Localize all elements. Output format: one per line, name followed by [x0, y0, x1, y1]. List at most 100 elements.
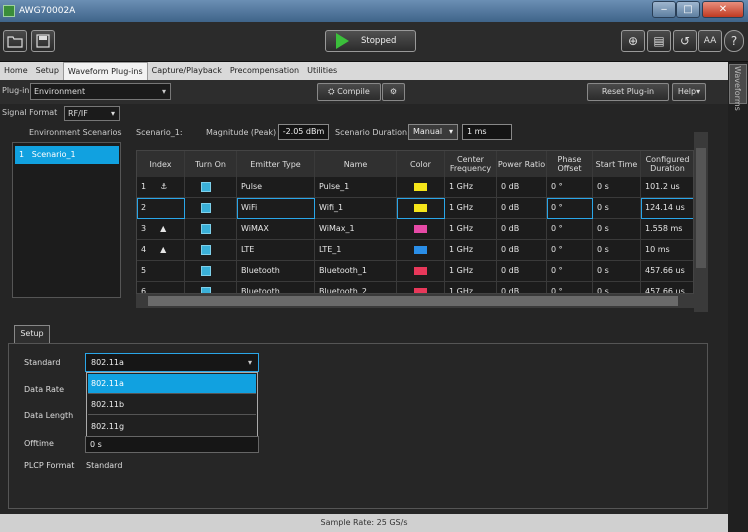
- compile-button[interactable]: ⛭ Compile: [317, 83, 381, 101]
- color-swatch-cell[interactable]: [397, 177, 445, 198]
- name-cell[interactable]: Wifi_1: [315, 198, 397, 219]
- column-header[interactable]: Color: [397, 151, 445, 177]
- type-cell[interactable]: WiMAX: [237, 219, 315, 240]
- phase-cell[interactable]: 0 °: [547, 261, 593, 282]
- duration-mode-select[interactable]: Manual ▾: [408, 124, 458, 140]
- index-cell[interactable]: 3 ▲: [137, 219, 185, 240]
- freq-cell[interactable]: 1 GHz: [445, 240, 497, 261]
- magnitude-field[interactable]: -2.05 dBm: [278, 124, 329, 140]
- tab-utilities[interactable]: Utilities: [303, 62, 341, 80]
- duration-cell[interactable]: 101.2 us: [641, 177, 693, 198]
- type-cell[interactable]: WiFi: [237, 198, 315, 219]
- standard-select[interactable]: 802.11a ▾: [85, 353, 259, 372]
- help-menu-button[interactable]: Help▾: [672, 83, 706, 101]
- index-cell[interactable]: 5: [137, 261, 185, 282]
- column-header[interactable]: Configured Duration: [641, 151, 693, 177]
- column-header[interactable]: Name: [315, 151, 397, 177]
- type-cell[interactable]: LTE: [237, 240, 315, 261]
- start-cell[interactable]: 0 s: [593, 240, 641, 261]
- index-cell[interactable]: 1 ⚓: [137, 177, 185, 198]
- tab-home[interactable]: Home: [0, 62, 32, 80]
- tab-waveform-plugins[interactable]: Waveform Plug-ins: [62, 62, 148, 80]
- table-vertical-scrollbar[interactable]: [694, 132, 708, 312]
- dropdown-option[interactable]: 802.11g: [88, 417, 256, 437]
- duration-cell[interactable]: 124.14 us: [641, 198, 693, 219]
- duration-cell[interactable]: 457.66 us: [641, 282, 693, 293]
- checkbox-checked-icon[interactable]: [201, 245, 211, 255]
- color-swatch-cell[interactable]: [397, 261, 445, 282]
- freq-cell[interactable]: 1 GHz: [445, 177, 497, 198]
- turn-on-checkbox[interactable]: [185, 198, 237, 219]
- name-cell[interactable]: WiMax_1: [315, 219, 397, 240]
- scroll-thumb[interactable]: [696, 148, 706, 268]
- type-cell[interactable]: Bluetooth: [237, 261, 315, 282]
- checkbox-checked-icon[interactable]: [201, 224, 211, 234]
- color-swatch-cell[interactable]: [397, 198, 445, 219]
- column-header[interactable]: Start Time: [593, 151, 641, 177]
- index-cell[interactable]: 4 ▲: [137, 240, 185, 261]
- phase-cell[interactable]: 0 °: [547, 240, 593, 261]
- column-header[interactable]: Index: [137, 151, 185, 177]
- color-swatch-cell[interactable]: [397, 219, 445, 240]
- minimize-button[interactable]: ‒: [652, 1, 676, 18]
- font-size-icon[interactable]: AA: [698, 30, 722, 52]
- tab-setup[interactable]: Setup: [32, 62, 63, 80]
- turn-on-checkbox[interactable]: [185, 282, 237, 293]
- phase-cell[interactable]: 0 °: [547, 219, 593, 240]
- plugin-config-icon[interactable]: ⚙: [382, 83, 405, 101]
- open-folder-icon[interactable]: [3, 30, 27, 52]
- color-swatch-cell[interactable]: [397, 282, 445, 293]
- duration-field[interactable]: 1 ms: [462, 124, 512, 140]
- turn-on-checkbox[interactable]: [185, 219, 237, 240]
- tab-precompensation[interactable]: Precompensation: [226, 62, 303, 80]
- index-cell[interactable]: 6: [137, 282, 185, 293]
- turn-on-checkbox[interactable]: [185, 261, 237, 282]
- freq-cell[interactable]: 1 GHz: [445, 219, 497, 240]
- column-header[interactable]: Phase Offset: [547, 151, 593, 177]
- column-header[interactable]: Emitter Type: [237, 151, 315, 177]
- duration-cell[interactable]: 457.66 us: [641, 261, 693, 282]
- freq-cell[interactable]: 1 GHz: [445, 198, 497, 219]
- color-swatch-cell[interactable]: [397, 240, 445, 261]
- save-icon[interactable]: [31, 30, 55, 52]
- tab-setup-panel[interactable]: Setup: [14, 325, 50, 343]
- name-cell[interactable]: Bluetooth_2: [315, 282, 397, 293]
- start-cell[interactable]: 0 s: [593, 198, 641, 219]
- power-cell[interactable]: 0 dB: [497, 282, 547, 293]
- start-cell[interactable]: 0 s: [593, 261, 641, 282]
- column-header[interactable]: Power Ratio: [497, 151, 547, 177]
- waveform-list-icon[interactable]: ▤: [647, 30, 671, 52]
- maximize-button[interactable]: □: [676, 1, 700, 18]
- duration-cell[interactable]: 10 ms: [641, 240, 693, 261]
- offtime-field[interactable]: 0 s: [85, 436, 259, 453]
- type-cell[interactable]: Bluetooth: [237, 282, 315, 293]
- phase-cell[interactable]: 0 °: [547, 177, 593, 198]
- phase-cell[interactable]: 0 °: [547, 282, 593, 293]
- list-item[interactable]: 1 Scenario_1: [15, 146, 119, 164]
- type-cell[interactable]: Pulse: [237, 177, 315, 198]
- checkbox-checked-icon[interactable]: [201, 203, 211, 213]
- turn-on-checkbox[interactable]: [185, 240, 237, 261]
- tab-capture-playback[interactable]: Capture/Playback: [148, 62, 226, 80]
- force-trigger-icon[interactable]: ⊕: [621, 30, 645, 52]
- checkbox-checked-icon[interactable]: [201, 182, 211, 192]
- reset-plugin-button[interactable]: Reset Plug-in: [587, 83, 669, 101]
- checkbox-checked-icon[interactable]: [201, 266, 211, 276]
- power-cell[interactable]: 0 dB: [497, 198, 547, 219]
- name-cell[interactable]: Pulse_1: [315, 177, 397, 198]
- freq-cell[interactable]: 1 GHz: [445, 261, 497, 282]
- name-cell[interactable]: LTE_1: [315, 240, 397, 261]
- column-header[interactable]: Turn On: [185, 151, 237, 177]
- column-header[interactable]: Center Frequency: [445, 151, 497, 177]
- checkbox-checked-icon[interactable]: [201, 287, 211, 293]
- turn-on-checkbox[interactable]: [185, 177, 237, 198]
- name-cell[interactable]: Bluetooth_1: [315, 261, 397, 282]
- reset-icon[interactable]: ↺: [673, 30, 697, 52]
- power-cell[interactable]: 0 dB: [497, 219, 547, 240]
- signal-format-select[interactable]: RF/IF ▾: [64, 106, 120, 121]
- index-cell[interactable]: 2: [137, 198, 185, 219]
- power-cell[interactable]: 0 dB: [497, 261, 547, 282]
- power-cell[interactable]: 0 dB: [497, 240, 547, 261]
- duration-cell[interactable]: 1.558 ms: [641, 219, 693, 240]
- close-button[interactable]: ✕: [702, 1, 744, 18]
